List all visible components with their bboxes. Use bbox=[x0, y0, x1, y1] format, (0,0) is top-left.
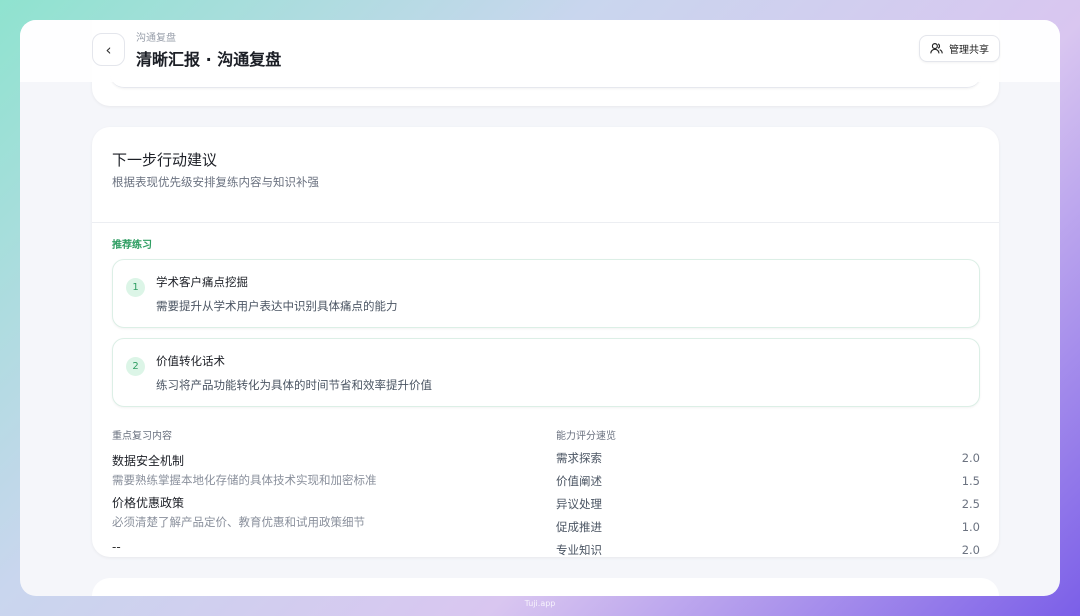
next-card bbox=[92, 578, 999, 596]
review-desc: 需要熟练掌握本地化存储的具体技术实现和加密标准 bbox=[112, 473, 377, 487]
practice-desc: 需要提升从学术用户表达中识别具体痛点的能力 bbox=[156, 299, 398, 313]
rating-score: 1.5 bbox=[961, 473, 980, 488]
rating-row: 需求探索 2.0 bbox=[556, 446, 980, 469]
rating-name: 促成推进 bbox=[556, 519, 602, 534]
review-item: 价格优惠政策 必须清楚了解产品定价、教育优惠和试用政策细节 bbox=[112, 494, 377, 530]
section-subtitle: 根据表现优先级安排复练内容与知识补强 bbox=[112, 175, 319, 189]
rating-row: 促成推进 1.0 bbox=[556, 515, 980, 538]
review-column: 重点复习内容 数据安全机制 需要熟练掌握本地化存储的具体技术实现和加密标准 价格… bbox=[112, 427, 377, 554]
review-title: 价格优惠政策 bbox=[112, 496, 185, 510]
rating-name: 专业知识 bbox=[556, 542, 602, 557]
users-icon bbox=[930, 43, 943, 54]
rating-score: 2.0 bbox=[961, 450, 980, 465]
app-window: ‹ 沟通复盘 清晰汇报 · 沟通复盘 管理共享 下一步行动建议 根据表现优先级安… bbox=[20, 20, 1060, 596]
share-label: 管理共享 bbox=[949, 45, 989, 56]
rating-name: 价值阐述 bbox=[556, 473, 602, 488]
divider bbox=[92, 222, 999, 223]
practice-item[interactable]: 1 学术客户痛点挖掘 需要提升从学术用户表达中识别具体痛点的能力 bbox=[112, 259, 980, 328]
ratings-column: 能力评分速览 需求探索 2.0 价值阐述 1.5 异议处理 2.5 促成推进 1.0 专… bbox=[556, 427, 980, 561]
review-item: 数据安全机制 需要熟练掌握本地化存储的具体技术实现和加密标准 bbox=[112, 452, 377, 488]
practice-item[interactable]: 2 价值转化话术 练习将产品功能转化为具体的时间节省和效率提升价值 bbox=[112, 338, 980, 407]
page-title: 清晰汇报 · 沟通复盘 bbox=[136, 50, 282, 69]
chevron-left-icon: ‹ bbox=[105, 40, 112, 59]
rating-row: 异议处理 2.5 bbox=[556, 492, 980, 515]
practice-number: 1 bbox=[126, 278, 145, 297]
header: ‹ 沟通复盘 清晰汇报 · 沟通复盘 管理共享 bbox=[20, 20, 1060, 82]
back-button[interactable]: ‹ bbox=[92, 33, 125, 66]
section-title: 下一步行动建议 bbox=[112, 151, 218, 169]
rating-row: 专业知识 2.0 bbox=[556, 538, 980, 561]
rating-name: 需求探索 bbox=[556, 450, 602, 465]
practice-desc: 练习将产品功能转化为具体的时间节省和效率提升价值 bbox=[156, 378, 432, 392]
review-extra: -- bbox=[112, 540, 121, 554]
recommended-label: 推荐练习 bbox=[112, 240, 152, 251]
practice-title: 价值转化话术 bbox=[156, 354, 225, 368]
rating-name: 异议处理 bbox=[556, 496, 602, 511]
breadcrumb[interactable]: 沟通复盘 bbox=[136, 29, 176, 44]
rating-score: 2.5 bbox=[961, 496, 980, 511]
review-title: 数据安全机制 bbox=[112, 454, 185, 468]
rating-score: 2.0 bbox=[961, 542, 980, 557]
review-label: 重点复习内容 bbox=[112, 431, 172, 442]
rating-row: 价值阐述 1.5 bbox=[556, 469, 980, 492]
practice-number: 2 bbox=[126, 357, 145, 376]
review-desc: 必须清楚了解产品定价、教育优惠和试用政策细节 bbox=[112, 515, 365, 529]
ratings-label: 能力评分速览 bbox=[556, 431, 616, 442]
watermark: Tuji.app bbox=[524, 599, 556, 608]
next-steps-card: 下一步行动建议 根据表现优先级安排复练内容与知识补强 推荐练习 1 学术客户痛点… bbox=[92, 127, 999, 557]
practice-title: 学术客户痛点挖掘 bbox=[156, 275, 248, 289]
manage-share-button[interactable]: 管理共享 bbox=[919, 35, 1000, 62]
rating-score: 1.0 bbox=[961, 519, 980, 534]
